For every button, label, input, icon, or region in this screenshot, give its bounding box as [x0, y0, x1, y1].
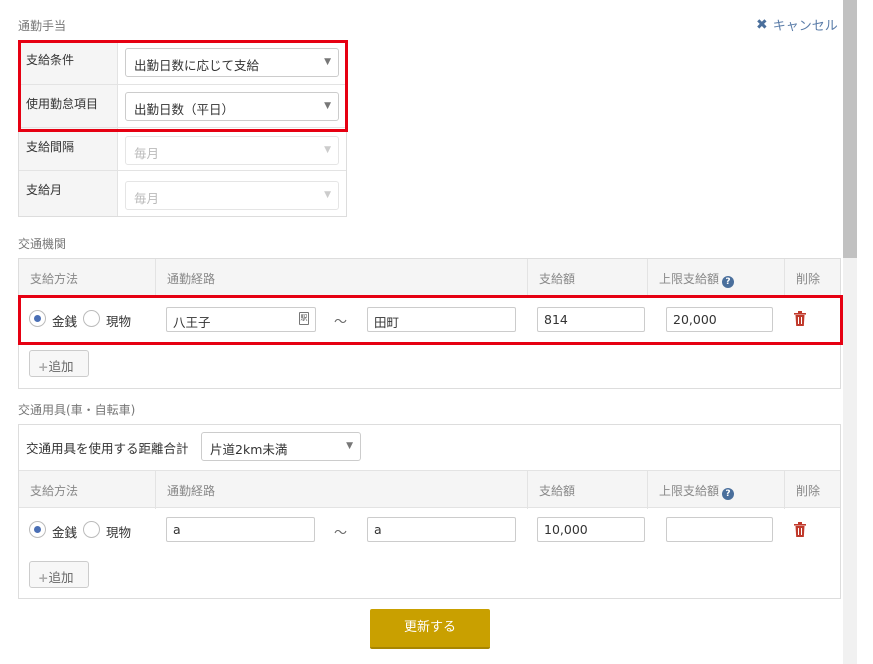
condition-label: 支給間隔 [19, 128, 118, 170]
column-header-method: 支給方法 [30, 484, 79, 498]
select-value: 毎月 [134, 146, 160, 161]
table-header: 支給方法 通勤経路 支給額 上限支給額? 削除 [19, 470, 840, 509]
section-title-vehicle: 交通用具(車・自転車) [18, 403, 136, 417]
cancel-label: キャンセル [772, 19, 838, 34]
section-title-commute: 通勤手当 [18, 19, 67, 33]
distance-label: 交通用具を使用する距離合計 [26, 441, 189, 456]
add-label: 追加 [48, 570, 74, 585]
help-icon[interactable]: ? [722, 276, 735, 288]
column-header-delete: 削除 [784, 259, 840, 297]
column-header-amount: 支給額 [527, 471, 647, 509]
amount-value: 10,000 [544, 522, 588, 537]
radio-cash-label: 金銭 [52, 525, 78, 540]
select-value: 毎月 [134, 191, 160, 206]
payment-interval-select: 毎月 ▼ [125, 136, 339, 165]
payment-month-select: 毎月 ▼ [125, 181, 339, 210]
vehicle-table: 交通用具を使用する距離合計 片道2km未満 ▼ 支給方法 通勤経路 支給額 上限… [18, 424, 841, 599]
limit-input[interactable] [666, 517, 773, 542]
route-to-input[interactable]: a [367, 517, 516, 542]
radio-cash[interactable] [29, 521, 46, 538]
radio-goods[interactable] [83, 521, 100, 538]
route-separator: ～ [334, 526, 348, 541]
plus-icon: + [38, 359, 49, 374]
column-header-route: 通勤経路 [155, 471, 527, 509]
section-title-transport: 交通機関 [18, 237, 67, 251]
amount-input[interactable]: 10,000 [537, 517, 645, 542]
table-header: 支給方法 通勤経路 支給額 上限支給額? 削除 [19, 259, 840, 297]
close-icon: ✖ [756, 16, 768, 33]
help-icon[interactable]: ? [722, 488, 735, 500]
highlight-box-conditions [18, 40, 348, 132]
route-from-input[interactable]: a [166, 517, 315, 542]
scrollbar-thumb[interactable] [843, 0, 857, 258]
highlight-box-transport-row [18, 295, 843, 345]
add-vehicle-button[interactable]: +追加 [29, 561, 89, 588]
condition-row: 支給間隔 毎月 ▼ [19, 127, 346, 170]
column-header-limit-label: 上限支給額 [659, 484, 720, 498]
route-from-value: a [173, 522, 181, 537]
cancel-button[interactable]: ✖ キャンセル [756, 15, 838, 35]
radio-goods-label: 現物 [106, 525, 132, 540]
add-transport-button[interactable]: +追加 [29, 350, 89, 377]
column-header-delete: 削除 [784, 471, 840, 509]
column-header-route: 通勤経路 [155, 259, 527, 297]
caret-down-icon: ▼ [346, 441, 353, 451]
column-header-limit-label: 上限支給額 [659, 272, 720, 286]
distance-select[interactable]: 片道2km未満 ▼ [201, 432, 361, 461]
column-header-method: 支給方法 [30, 272, 79, 286]
column-header-limit: 上限支給額? [647, 259, 784, 297]
condition-row: 支給月 毎月 ▼ [19, 170, 346, 216]
caret-down-icon: ▼ [324, 190, 331, 200]
column-header-amount: 支給額 [527, 259, 647, 297]
select-value: 片道2km未満 [210, 442, 288, 457]
plus-icon: + [38, 570, 49, 585]
route-to-value: a [374, 522, 382, 537]
caret-down-icon: ▼ [324, 145, 331, 155]
column-header-limit: 上限支給額? [647, 471, 784, 509]
add-label: 追加 [48, 359, 74, 374]
update-button[interactable]: 更新する [370, 609, 490, 649]
trash-icon[interactable] [794, 522, 806, 537]
condition-label: 支給月 [19, 171, 118, 216]
